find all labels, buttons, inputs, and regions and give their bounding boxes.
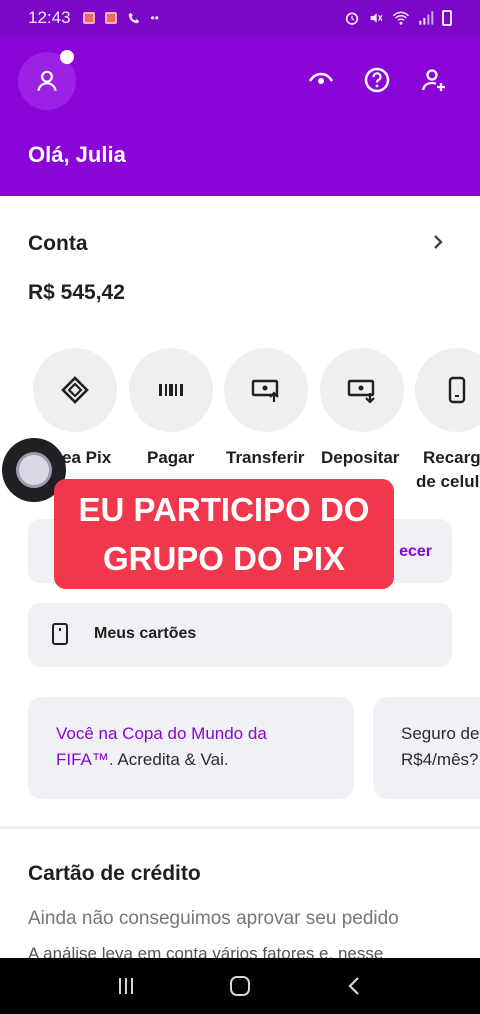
promo-insurance-line1: Seguro de	[401, 724, 480, 743]
section-divider	[0, 826, 480, 829]
status-bar: 12:43 ••	[0, 0, 480, 36]
pay-label: Pagar	[147, 448, 195, 467]
recents-button[interactable]	[118, 978, 133, 994]
deposit-icon	[347, 379, 375, 404]
mute-icon	[370, 13, 383, 23]
pay-button[interactable]	[129, 348, 213, 432]
notification-icons: ••	[82, 11, 159, 25]
deposit-label: Depositar	[321, 448, 400, 467]
promo-highlight: Você na Copa do Mundo da	[56, 724, 267, 743]
navigation-bar	[0, 958, 480, 1014]
pix-area-label: ea Pix	[62, 448, 112, 467]
phone-icon	[128, 12, 139, 24]
chevron-right-icon	[434, 235, 443, 249]
promo-text-line2: FIFA™. Acredita & Vai.	[56, 747, 326, 773]
pix-area-button[interactable]	[33, 348, 117, 432]
my-cards-label: Meus cartões	[94, 625, 197, 642]
account-balance: R$ 545,42	[28, 281, 125, 304]
card-icon	[52, 623, 68, 645]
video-caption-overlay: EU PARTICIPO DO GRUPO DO PIX	[54, 479, 394, 589]
greeting: Olá, Julia	[28, 142, 126, 167]
deposit-button[interactable]	[320, 348, 404, 432]
account-title[interactable]: Conta	[28, 232, 88, 256]
back-icon[interactable]	[347, 976, 361, 996]
account-chevron-button[interactable]	[426, 230, 450, 254]
promo-insurance-line2: R$4/mês?	[401, 750, 479, 769]
my-cards-button[interactable]: Meus cartões	[28, 603, 452, 667]
promo-text: Acredita & Vai.	[113, 750, 229, 769]
add-user-icon	[421, 69, 445, 91]
recents-icon-bar	[130, 978, 133, 994]
phone-icon	[448, 376, 466, 404]
sim-icon	[82, 12, 95, 24]
transfer-label: Transferir	[226, 448, 305, 467]
promo-banner-link[interactable]: ecer	[399, 543, 432, 561]
phone-recharge-button[interactable]	[415, 348, 480, 432]
clock: 12:43	[28, 8, 71, 27]
phone-recharge-label-line2: de celul	[416, 472, 480, 491]
transfer-icon	[251, 379, 279, 402]
phone-recharge-label-2: de celul	[416, 472, 479, 492]
user-icon	[37, 70, 57, 92]
promo-text-line1: Você na Copa do Mundo da	[56, 721, 326, 747]
credit-card-title[interactable]: Cartão de crédito	[28, 862, 201, 886]
phone-recharge-label: Recarg	[423, 448, 480, 468]
help-button[interactable]	[357, 60, 397, 100]
overlay-line-1: EU PARTICIPO DO	[78, 491, 370, 528]
header: Olá, Julia	[0, 36, 480, 196]
record-icon	[16, 452, 52, 488]
battery-icon	[442, 10, 452, 26]
recents-icon	[118, 978, 121, 994]
home-button[interactable]	[229, 976, 250, 996]
promo-card-insurance[interactable]: Seguro de R$4/mês?	[373, 697, 480, 799]
eye-icon	[308, 72, 334, 84]
alarm-icon	[345, 12, 359, 25]
system-icons	[344, 10, 452, 26]
promo-highlight-2: FIFA™.	[56, 750, 114, 769]
promo-card-world-cup[interactable]: Você na Copa do Mundo da FIFA™. Acredita…	[28, 697, 354, 799]
credit-card-subtitle: Ainda não conseguimos aprovar seu pedido	[28, 908, 399, 929]
phone-recharge-label-line1: Recarg	[423, 448, 480, 467]
recents-icon-bar	[124, 978, 127, 994]
hide-balance-button[interactable]	[301, 60, 341, 100]
more-dots-icon: ••	[150, 11, 159, 25]
invite-friends-button[interactable]	[414, 60, 454, 100]
sim-icon	[104, 12, 117, 24]
wifi-icon	[392, 11, 410, 25]
notification-dot	[60, 50, 74, 64]
transfer-button[interactable]	[224, 348, 308, 432]
overlay-line-2: GRUPO DO PIX	[102, 540, 346, 577]
pix-icon	[61, 376, 89, 404]
help-icon	[364, 67, 390, 93]
signal-icon	[419, 11, 434, 25]
barcode-icon	[159, 384, 183, 396]
